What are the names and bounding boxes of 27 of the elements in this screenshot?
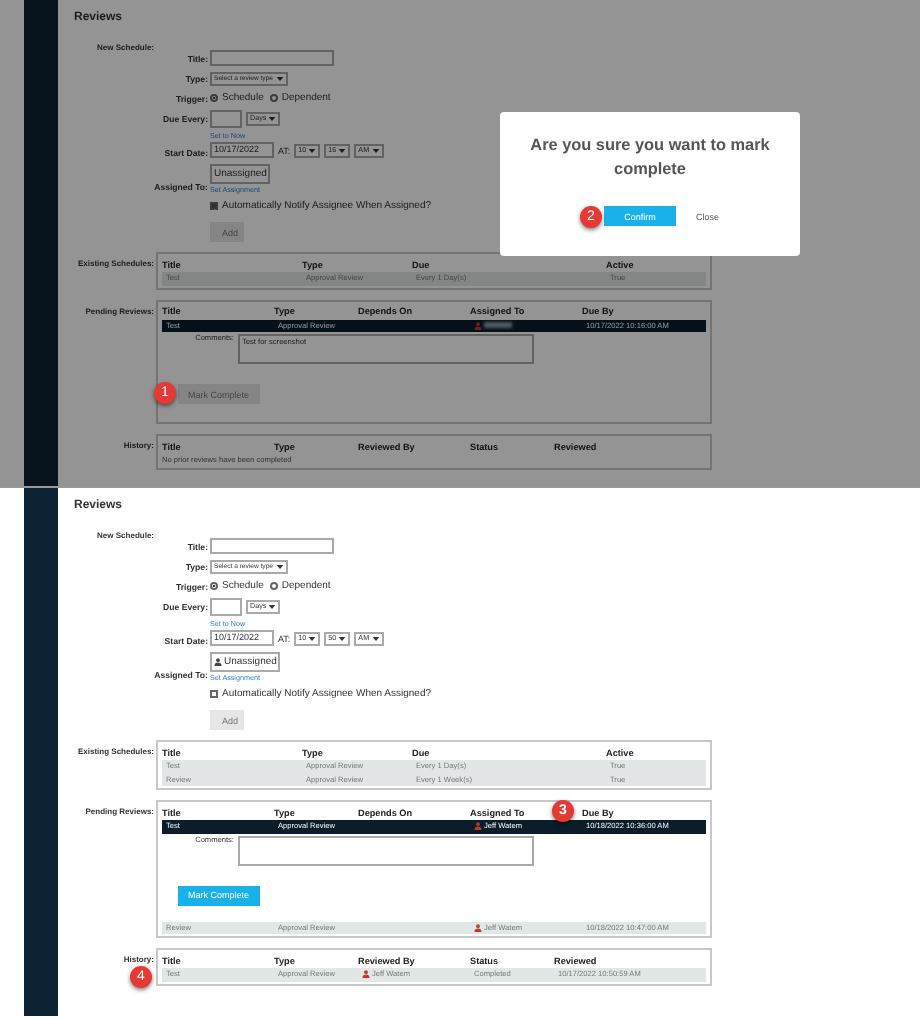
- number-field[interactable]: [210, 597, 242, 615]
- comments-field[interactable]: [238, 835, 534, 865]
- number-field[interactable]: [210, 109, 242, 127]
- checkbox[interactable]: [210, 202, 218, 210]
- caret-icon: [308, 147, 317, 153]
- caret-icon: [275, 75, 284, 81]
- title-field[interactable]: [210, 538, 334, 554]
- caret-icon: [268, 115, 277, 121]
- person-icon: [474, 923, 482, 932]
- caret-icon: [371, 147, 380, 153]
- person-icon: [474, 822, 482, 831]
- caret-icon: [275, 563, 284, 569]
- caret-icon: [371, 635, 380, 641]
- person-icon: [474, 321, 482, 330]
- caret-icon: [308, 635, 317, 641]
- caret-icon: [338, 635, 347, 641]
- person-icon: [362, 970, 370, 979]
- person-icon: [214, 658, 222, 666]
- radio-button[interactable]: [269, 582, 278, 590]
- caret-icon: [268, 603, 277, 609]
- title-field[interactable]: [210, 50, 334, 66]
- caret-icon: [338, 147, 347, 153]
- radio-button[interactable]: [210, 582, 218, 590]
- dialog-message: Are you sure you want to mark complete: [528, 134, 772, 182]
- radio-button[interactable]: [210, 94, 218, 102]
- checkbox[interactable]: [210, 690, 218, 698]
- radio-button[interactable]: [269, 94, 278, 102]
